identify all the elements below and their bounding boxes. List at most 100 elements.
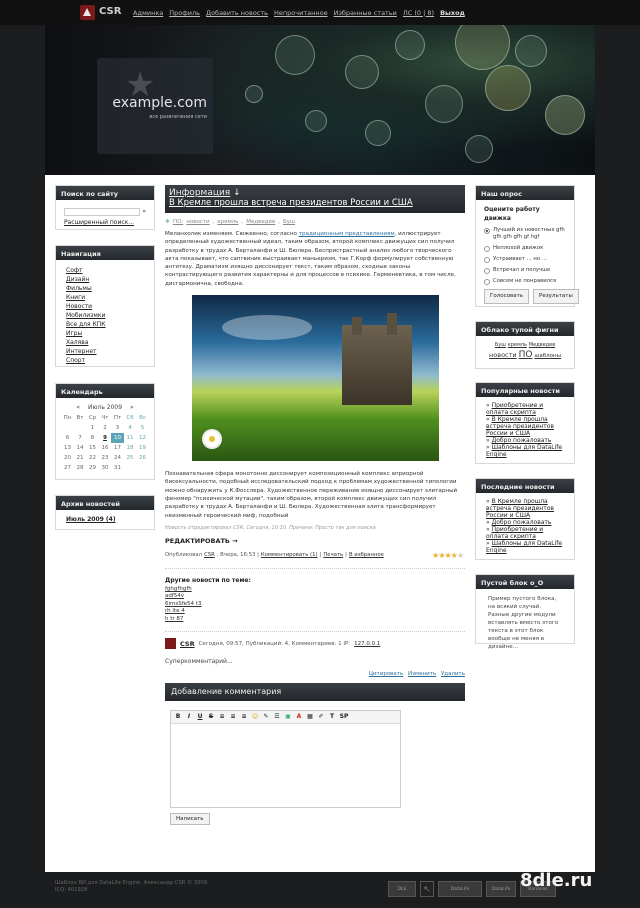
list-icon[interactable]: ☰ [272, 712, 282, 722]
article-title[interactable]: В Кремле прошла встреча президентов Росс… [169, 198, 461, 209]
comment-ip[interactable]: 127.0.0.1 [354, 641, 380, 647]
nav-item[interactable]: Игры [66, 329, 144, 338]
radio[interactable] [484, 246, 490, 252]
site-name[interactable]: example.com [97, 95, 213, 111]
favorite-link[interactable]: В избранное [349, 552, 384, 558]
calendar-next[interactable]: » [130, 404, 134, 411]
nav-item[interactable]: Новости [66, 302, 144, 311]
article-category[interactable]: Информация [169, 188, 230, 198]
comment-author[interactable]: CSR [180, 640, 195, 648]
news-link[interactable]: Приобретение и оплата скрипта [486, 402, 543, 416]
author-link[interactable]: CSR [204, 552, 215, 558]
tags-label[interactable]: ПО: [173, 219, 183, 225]
comment-edit-link[interactable]: Изменить [408, 671, 436, 677]
news-link[interactable]: Шаблоны для DataLife Engine [486, 444, 562, 458]
nav-item[interactable]: Халява [66, 338, 144, 347]
poll-option[interactable]: Устраивает ... но ... [484, 256, 566, 263]
news-item[interactable]: » В Кремле прошла встреча президентов Ро… [486, 498, 564, 519]
rating-stars[interactable]: ★★★★★ [432, 551, 464, 560]
bold-button[interactable]: B [173, 712, 183, 722]
nav-admin[interactable]: Админка [133, 9, 163, 17]
archive-link[interactable]: Июль 2009 (4) [66, 515, 144, 524]
link-icon[interactable]: ✎ [261, 712, 271, 722]
search-input[interactable] [64, 207, 141, 216]
edit-link[interactable]: РЕДАКТИРОВАТЬ → [165, 537, 465, 545]
news-link[interactable]: Добро пожаловать [492, 519, 552, 526]
advanced-search-link[interactable]: Расширенный поиск... [64, 218, 146, 227]
table-icon[interactable]: ▦ [305, 712, 315, 722]
calendar-prev[interactable]: « [76, 404, 80, 411]
news-link[interactable]: Шаблоны для DataLife Engine [486, 540, 562, 554]
quote-link[interactable]: Цитировать [369, 671, 404, 677]
related-link[interactable]: adf54v [165, 593, 465, 601]
nav-favorites[interactable]: Избранные статьи [334, 9, 397, 17]
poll-option[interactable]: Встречал и получше [484, 267, 566, 274]
news-item[interactable]: » Шаблоны для DataLife Engine [486, 444, 564, 458]
radio-selected[interactable] [484, 228, 490, 234]
news-item[interactable]: » Добро пожаловать [486, 519, 564, 526]
comment-delete-link[interactable]: Удалить [441, 671, 465, 677]
nav-pm[interactable]: ЛС (0 | 8) [403, 9, 434, 17]
results-button[interactable]: Результаты [533, 289, 579, 304]
footer-badge[interactable]: DataLife [438, 881, 482, 897]
cloud-tag[interactable]: ПО [519, 350, 533, 360]
nav-item[interactable]: Дизайн [66, 275, 144, 284]
cloud-tag[interactable]: Медведев [529, 342, 555, 348]
align-center-icon[interactable]: ≡ [228, 712, 238, 722]
nav-item[interactable]: Все для КПК [66, 320, 144, 329]
image-icon[interactable]: ▣ [283, 712, 293, 722]
poll-option[interactable]: Совсем не понравился [484, 278, 566, 285]
underline-button[interactable]: U [195, 712, 205, 722]
related-link[interactable]: h tr 87 [165, 616, 465, 624]
comment-textarea[interactable] [171, 724, 400, 807]
font-size-icon[interactable]: T [327, 712, 337, 722]
nav-logout[interactable]: Выход [440, 9, 465, 17]
pencil-icon[interactable]: ✐ [316, 712, 326, 722]
print-link[interactable]: Печать [323, 552, 343, 558]
article-tag[interactable]: Буш [283, 219, 295, 225]
nav-item[interactable]: Мобилизмки [66, 311, 144, 320]
news-item[interactable]: » Шаблоны для DataLife Engine [486, 540, 564, 554]
italic-button[interactable]: I [184, 712, 194, 722]
news-link[interactable]: Добро пожаловать [492, 437, 552, 444]
nav-item[interactable]: Интернет [66, 347, 144, 356]
news-link[interactable]: В Кремле прошла встреча президентов Росс… [486, 416, 554, 437]
star-icon[interactable]: ★ [457, 551, 464, 560]
radio[interactable] [484, 279, 490, 285]
footer-badge[interactable]: DataLife [486, 881, 516, 897]
radio[interactable] [484, 257, 490, 263]
news-link[interactable]: В Кремле прошла встреча президентов Росс… [486, 498, 554, 519]
poll-option[interactable]: Лучший из новостных gfh gfh gfh gfh gf h… [484, 227, 566, 241]
related-link[interactable]: rh ite 4 [165, 608, 465, 616]
footer-badge[interactable]: DLE [388, 881, 416, 897]
nav-item[interactable]: Спорт [66, 356, 144, 365]
user-logo[interactable]: CSR [80, 3, 125, 22]
related-link[interactable]: 6imsSfe54 t3 [165, 601, 465, 609]
vote-button[interactable]: Голосовать [484, 289, 530, 304]
nav-add-news[interactable]: Добавить новость [206, 9, 268, 17]
article-tag[interactable]: Медведев [246, 219, 275, 225]
nav-profile[interactable]: Профиль [169, 9, 200, 17]
strike-button[interactable]: S [206, 712, 216, 722]
submit-comment-button[interactable]: Написать [170, 813, 210, 826]
calendar-day-current[interactable]: 10 [111, 433, 124, 443]
news-link[interactable]: Приобретение и оплата скрипта [486, 526, 543, 540]
align-right-icon[interactable]: ≡ [239, 712, 249, 722]
related-link[interactable]: fghgfhgfh [165, 586, 465, 594]
news-item[interactable]: » Приобретение и оплата скрипта [486, 402, 564, 416]
comments-link[interactable]: Комментировать (1) [261, 552, 318, 558]
calendar-day-link[interactable]: 9 [99, 433, 112, 443]
article-tag[interactable]: кремль [217, 219, 238, 225]
cloud-tag[interactable]: шаблоны [534, 353, 561, 359]
news-item[interactable]: » В Кремле прошла встреча президентов Ро… [486, 416, 564, 437]
nav-unread[interactable]: Непрочитанное [274, 9, 328, 17]
align-left-icon[interactable]: ≡ [217, 712, 227, 722]
poll-option[interactable]: Неплохой движок [484, 245, 566, 252]
article-tag[interactable]: новости [186, 219, 209, 225]
nav-item[interactable]: Софт [66, 266, 144, 275]
nav-item[interactable]: Фильмы [66, 284, 144, 293]
radio[interactable] [484, 268, 490, 274]
cloud-tag[interactable]: новости [489, 351, 517, 359]
smiley-icon[interactable]: ☺ [250, 712, 260, 722]
news-item[interactable]: » Приобретение и оплата скрипта [486, 526, 564, 540]
